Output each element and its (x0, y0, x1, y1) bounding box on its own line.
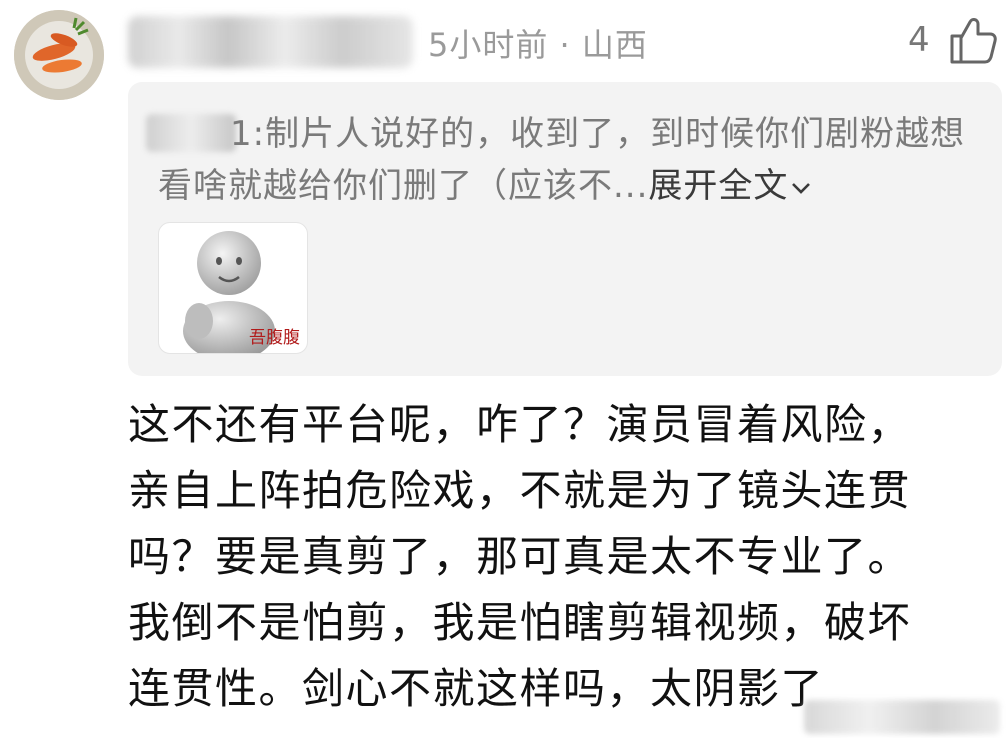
comment-line: 吗？要是真剪了，那可真是太不专业了。 (128, 532, 912, 581)
quoted-username-suffix: 1: (230, 114, 266, 154)
expand-full-text-link[interactable]: 展开全文 (648, 166, 812, 206)
like-count: 4 (908, 20, 930, 60)
quoted-reply-text: 1:制片人说好的，收到了，到时候你们剧粉越想看啥就越给你们删了（应该不...展开… (158, 108, 978, 212)
sticker-image[interactable]: 吾腹腹 (158, 222, 308, 354)
quoted-reply-box[interactable]: 1:制片人说好的，收到了，到时候你们剧粉越想看啥就越给你们删了（应该不...展开… (128, 82, 1002, 376)
comment-line: 我倒不是怕剪，我是怕瞎剪辑视频，破坏 (128, 598, 912, 647)
sticker-label: 吾腹腹 (249, 328, 300, 348)
comment-meta: 5小时前 · 山西 (428, 26, 648, 64)
thumbs-up-icon[interactable] (946, 14, 998, 66)
blurred-watermark (804, 700, 1000, 734)
carrot-photo-icon (14, 10, 104, 100)
user-avatar[interactable] (14, 10, 104, 100)
comment-line: 这不还有平台呢，咋了？演员冒着风险， (128, 400, 912, 449)
comment-line: 亲自上阵拍危险戏，不就是为了镜头连贯 (128, 466, 912, 515)
expand-label: 展开全文 (648, 166, 789, 206)
comment-body: 这不还有平台呢，咋了？演员冒着风险， 亲自上阵拍危险戏，不就是为了镜头连贯 吗？… (128, 392, 998, 722)
blurred-username (128, 16, 413, 68)
chevron-down-icon (792, 182, 811, 194)
quoted-content: 制片人说好的，收到了，到时候你们剧粉越想看啥就越给你们删了（应该不... (158, 114, 966, 206)
